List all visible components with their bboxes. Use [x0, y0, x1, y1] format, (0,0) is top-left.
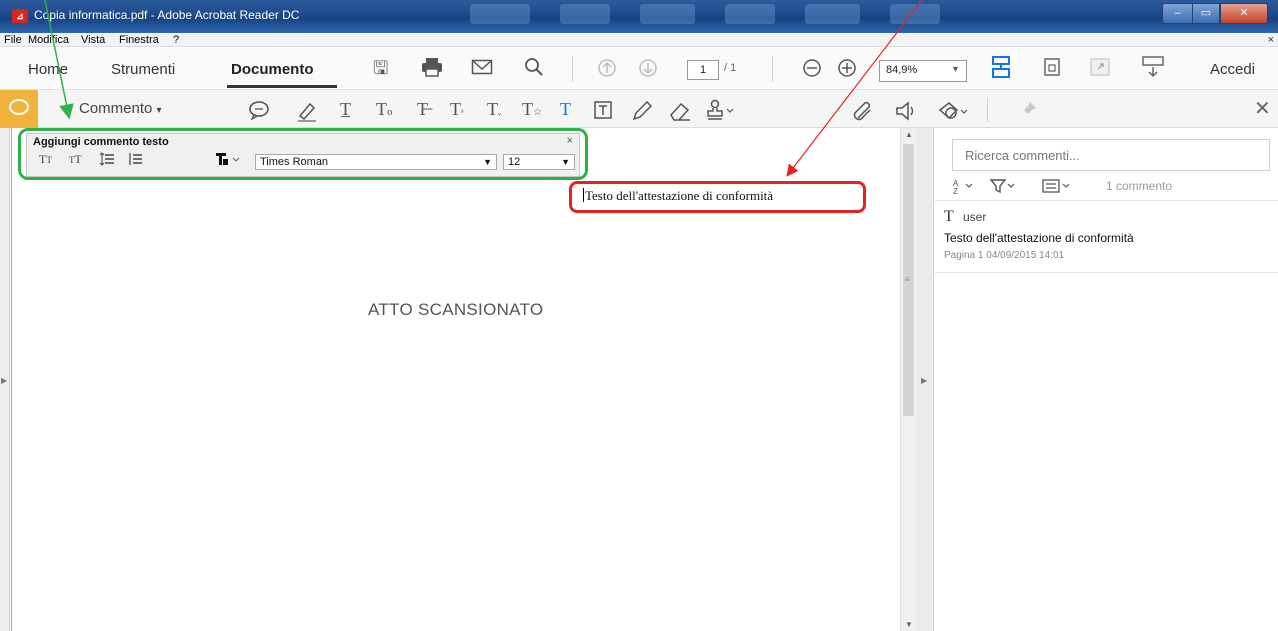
search-icon[interactable] — [524, 57, 544, 81]
grip-icon: ≡ — [905, 275, 910, 284]
zoom-in-icon[interactable] — [837, 58, 857, 82]
left-panel-toggle[interactable]: ▶ — [0, 128, 10, 631]
options-icon[interactable] — [1042, 178, 1072, 197]
red-highlight-box — [569, 181, 866, 213]
menu-finestra[interactable]: Finestra — [119, 33, 159, 47]
toolbar-separator — [772, 56, 773, 82]
eraser-icon[interactable] — [668, 100, 692, 126]
page-up-icon[interactable] — [597, 58, 617, 82]
divider — [935, 272, 1278, 273]
expand-right-icon: ▶ — [921, 376, 928, 385]
replace-text-icon[interactable]: Tᵃ — [450, 99, 464, 123]
add-text-comment-icon[interactable]: T — [560, 99, 571, 119]
close-comment-toolbar-icon[interactable]: ✕ — [1254, 99, 1271, 119]
expand-left-icon: ▶ — [1, 376, 8, 385]
tab-strumenti[interactable]: Strumenti — [111, 61, 175, 78]
minimize-button[interactable]: ‒ — [1162, 3, 1192, 24]
scanned-document-text: ATTO SCANSIONATO — [368, 300, 544, 319]
menu-help[interactable]: ? — [173, 33, 179, 47]
strikethrough-icon[interactable]: T̶ — [417, 99, 428, 119]
email-icon[interactable] — [471, 58, 493, 80]
menu-bar: File Modifica Vista Finestra ? × — [0, 33, 1278, 47]
close-window-button[interactable]: ✕ — [1220, 3, 1268, 24]
sticky-note-icon[interactable] — [248, 100, 270, 124]
stamp-icon[interactable] — [705, 99, 735, 125]
tab-home[interactable]: Home — [28, 61, 68, 78]
zoom-value: 84,9% — [886, 64, 918, 76]
text-box-icon[interactable] — [593, 100, 613, 124]
scroll-up-icon[interactable]: ▲ — [905, 130, 913, 139]
attach-file-icon[interactable] — [851, 100, 875, 126]
vertical-scrollbar[interactable]: ▲ ≡ ▼ — [900, 128, 916, 631]
page-total: / 1 — [724, 62, 737, 74]
page-down-icon[interactable] — [638, 58, 658, 82]
comment-search-input[interactable]: Ricerca commenti... — [952, 139, 1270, 171]
full-screen-icon[interactable] — [1090, 58, 1110, 80]
rotate-icon[interactable] — [1043, 57, 1061, 81]
text-comment-type-icon: T — [944, 208, 954, 225]
pin-icon[interactable] — [1018, 100, 1038, 124]
filter-icon[interactable] — [989, 178, 1016, 197]
search-placeholder: Ricerca commenti... — [965, 148, 1080, 163]
maximize-button[interactable]: ▭ — [1192, 3, 1220, 24]
comment-body[interactable]: Testo dell'attestazione di conformità — [944, 231, 1134, 245]
close-document-icon[interactable]: × — [1268, 33, 1274, 47]
menu-vista[interactable]: Vista — [81, 33, 105, 47]
save-icon[interactable]: 🖫 — [373, 58, 388, 78]
zoom-out-icon[interactable] — [802, 58, 822, 82]
page-number-input[interactable]: 1 — [687, 60, 719, 80]
underline-text-icon[interactable]: T̲ — [340, 99, 351, 119]
zoom-select[interactable]: 84,9% ▾ — [879, 60, 967, 82]
title-bar: ⊿ Copia informatica.pdf - Adobe Acrobat … — [0, 0, 1278, 33]
menu-file[interactable]: File — [4, 33, 22, 47]
pencil-icon[interactable] — [631, 100, 653, 126]
tab-documento[interactable]: Documento — [231, 61, 314, 78]
acrobat-icon: ⊿ — [12, 9, 28, 23]
active-tab-indicator — [227, 85, 337, 88]
svg-text:Z: Z — [953, 187, 958, 194]
divider — [935, 200, 1278, 201]
right-panel-toggle[interactable]: ▶ — [916, 128, 934, 631]
highlight-icon[interactable] — [296, 100, 318, 126]
sort-icon[interactable]: AZ — [952, 178, 976, 197]
keyboard-icon[interactable] — [1142, 56, 1164, 82]
insert-text-icon[interactable]: Tᵥ — [487, 99, 501, 123]
comment-label[interactable]: Commento ▾ — [79, 100, 162, 117]
shapes-icon[interactable] — [937, 100, 969, 126]
toolbar-separator — [987, 98, 988, 122]
comment-author: user — [963, 210, 987, 224]
comment-tool-icon[interactable] — [0, 90, 38, 128]
green-highlight-box — [18, 128, 588, 180]
add-note-to-text-icon[interactable]: T☆ — [522, 99, 542, 123]
chevron-down-icon: ▾ — [952, 64, 958, 75]
text-comment-icon[interactable]: Tᴏ — [376, 99, 393, 122]
print-icon[interactable] — [421, 57, 443, 81]
record-audio-icon[interactable] — [894, 100, 918, 126]
menu-modifica[interactable]: Modifica — [28, 33, 69, 47]
window-title: Copia informatica.pdf - Adobe Acrobat Re… — [34, 8, 300, 22]
comment-count: 1 commento — [1106, 179, 1173, 193]
scroll-down-icon[interactable]: ▼ — [905, 620, 913, 629]
page-fit-icon[interactable] — [991, 55, 1011, 83]
sign-in-link[interactable]: Accedi — [1210, 61, 1255, 78]
toolbar-separator — [572, 56, 573, 82]
comment-meta: Pagina 1 04/09/2015 14:01 — [944, 250, 1065, 261]
comments-pane: Ricerca commenti... AZ 1 commento T user… — [935, 128, 1278, 631]
